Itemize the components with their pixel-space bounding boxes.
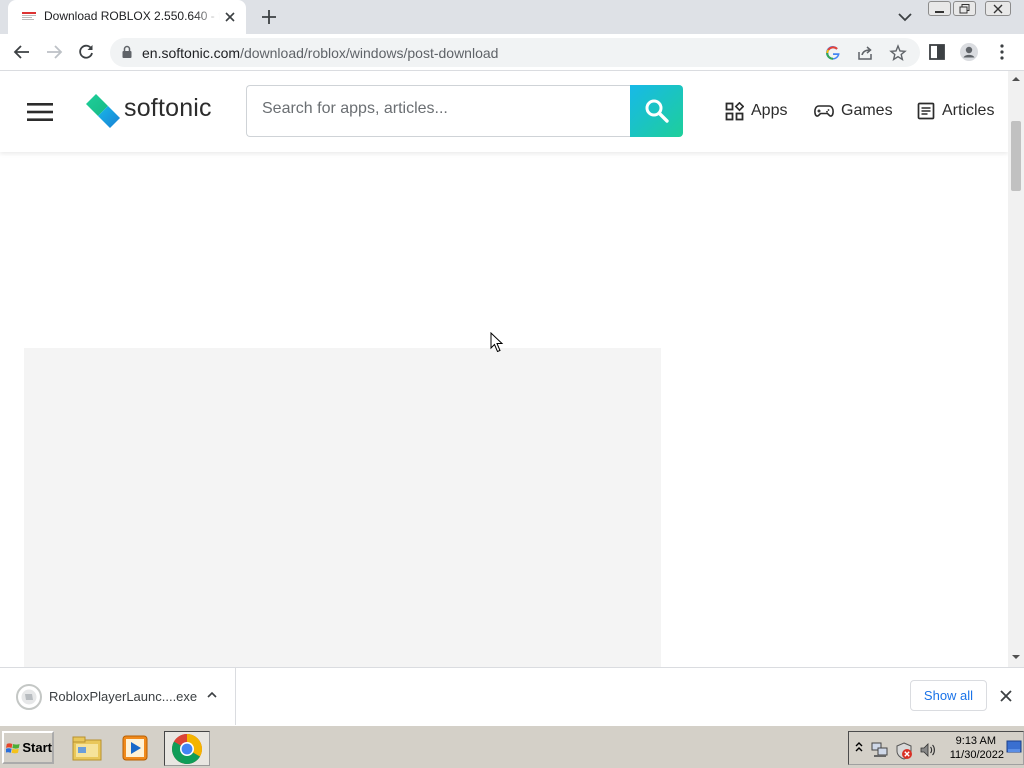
mouse-cursor-icon: [490, 332, 504, 353]
scroll-thumb[interactable]: [1011, 121, 1021, 191]
download-progress-icon: [16, 684, 42, 710]
tray-expand-icon[interactable]: [855, 741, 863, 753]
page-scrollbar[interactable]: [1008, 71, 1024, 667]
lock-icon[interactable]: [121, 45, 133, 59]
nav-articles-link[interactable]: Articles: [917, 100, 994, 122]
site-search-input[interactable]: [262, 100, 622, 118]
nav-games-link[interactable]: Games: [814, 100, 893, 122]
softonic-logo-icon[interactable]: [86, 93, 120, 129]
ad-placeholder: [24, 348, 661, 667]
side-panel-icon[interactable]: [927, 42, 947, 62]
share-icon[interactable]: [856, 44, 874, 62]
file-explorer-icon[interactable]: [70, 731, 104, 765]
windows-taskbar: Start 9:13 AM 11/30/2022: [0, 725, 1024, 768]
chrome-icon: [171, 734, 203, 765]
url-host: en.softonic.com: [142, 45, 241, 61]
forward-arrow-icon[interactable]: [44, 42, 64, 62]
apps-grid-icon: [725, 101, 744, 120]
close-window-button[interactable]: [985, 1, 1011, 16]
download-item[interactable]: RobloxPlayerLaunc....exe: [0, 668, 236, 725]
restore-icon: [959, 4, 970, 14]
volume-icon[interactable]: [919, 742, 937, 758]
clock-time[interactable]: 9:13 AM: [944, 735, 996, 747]
scroll-up-arrow-icon[interactable]: [1012, 75, 1020, 83]
google-lens-icon[interactable]: [824, 44, 842, 62]
show-desktop-icon[interactable]: [1006, 739, 1022, 755]
chevron-up-icon[interactable]: [205, 688, 219, 702]
scroll-down-arrow-icon[interactable]: [1012, 653, 1020, 661]
reload-icon[interactable]: [76, 42, 96, 62]
search-icon: [645, 99, 669, 123]
tab-search-chevron-icon[interactable]: [895, 8, 915, 26]
nav-articles-label: Articles: [942, 102, 995, 119]
site-search-box: [246, 85, 632, 137]
tab-strip: Download ROBLOX 2.550.640 - free: [0, 0, 1024, 34]
softonic-logo-text[interactable]: softonic: [124, 94, 212, 123]
download-shelf: RobloxPlayerLaunc....exe Show all: [0, 667, 1024, 725]
gamepad-icon: [814, 105, 834, 117]
softonic-favicon-icon: [21, 10, 37, 24]
url-text[interactable]: en.softonic.com/download/roblox/windows/…: [142, 45, 498, 61]
minimize-button[interactable]: [928, 1, 951, 16]
address-bar[interactable]: en.softonic.com/download/roblox/windows/…: [110, 38, 920, 67]
security-alert-icon[interactable]: [895, 742, 913, 760]
profile-avatar-icon[interactable]: [959, 42, 979, 62]
nav-games-label: Games: [841, 102, 893, 119]
media-player-icon[interactable]: [118, 731, 152, 765]
minimize-icon: [935, 11, 944, 13]
browser-tab[interactable]: Download ROBLOX 2.550.640 - free: [8, 0, 246, 34]
hamburger-menu-icon[interactable]: [27, 102, 53, 122]
page-viewport: softonic Apps: [0, 71, 1024, 667]
start-label: Start: [22, 740, 52, 755]
chrome-taskbar-button[interactable]: [164, 731, 210, 766]
download-file-name: RobloxPlayerLaunc....exe: [49, 689, 198, 704]
close-shelf-icon[interactable]: [998, 688, 1014, 704]
start-button[interactable]: Start: [2, 731, 54, 764]
show-all-button[interactable]: Show all: [910, 680, 987, 711]
browser-toolbar: en.softonic.com/download/roblox/windows/…: [0, 34, 1024, 71]
network-icon[interactable]: [871, 742, 889, 758]
tab-close-icon[interactable]: [222, 9, 238, 25]
nav-apps-label: Apps: [751, 102, 788, 119]
system-tray: 9:13 AM 11/30/2022: [848, 731, 1024, 765]
nav-apps-link[interactable]: Apps: [725, 100, 787, 122]
site-search-button[interactable]: [630, 85, 683, 137]
site-header: softonic Apps: [0, 71, 1008, 152]
restore-button[interactable]: [953, 1, 976, 16]
screen: Download ROBLOX 2.550.640 - free en.soft…: [0, 0, 1024, 768]
articles-icon: [917, 102, 935, 120]
more-menu-icon[interactable]: [992, 42, 1012, 62]
bookmark-star-icon[interactable]: [889, 44, 907, 62]
url-path: /download/roblox/windows/post-download: [240, 45, 499, 61]
clock-date[interactable]: 11/30/2022: [942, 749, 1004, 761]
back-arrow-icon[interactable]: [12, 42, 32, 62]
close-icon: [993, 4, 1003, 14]
windows-logo-icon: [6, 742, 20, 753]
tab-title: Download ROBLOX 2.550.640 - free: [44, 9, 220, 23]
new-tab-icon[interactable]: [258, 6, 280, 28]
